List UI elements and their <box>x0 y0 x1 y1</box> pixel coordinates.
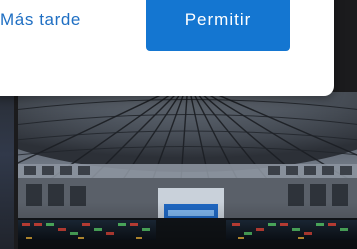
trading-floor-image: Mapfre <box>18 92 357 249</box>
notification-permission-prompt: Más tarde Permitir <box>0 0 334 96</box>
allow-button[interactable]: Permitir <box>146 0 290 51</box>
later-button[interactable]: Más tarde <box>0 4 81 36</box>
trading-floor-photo[interactable]: Mapfre <box>18 92 357 249</box>
adjacent-photo-tile[interactable] <box>0 92 14 249</box>
